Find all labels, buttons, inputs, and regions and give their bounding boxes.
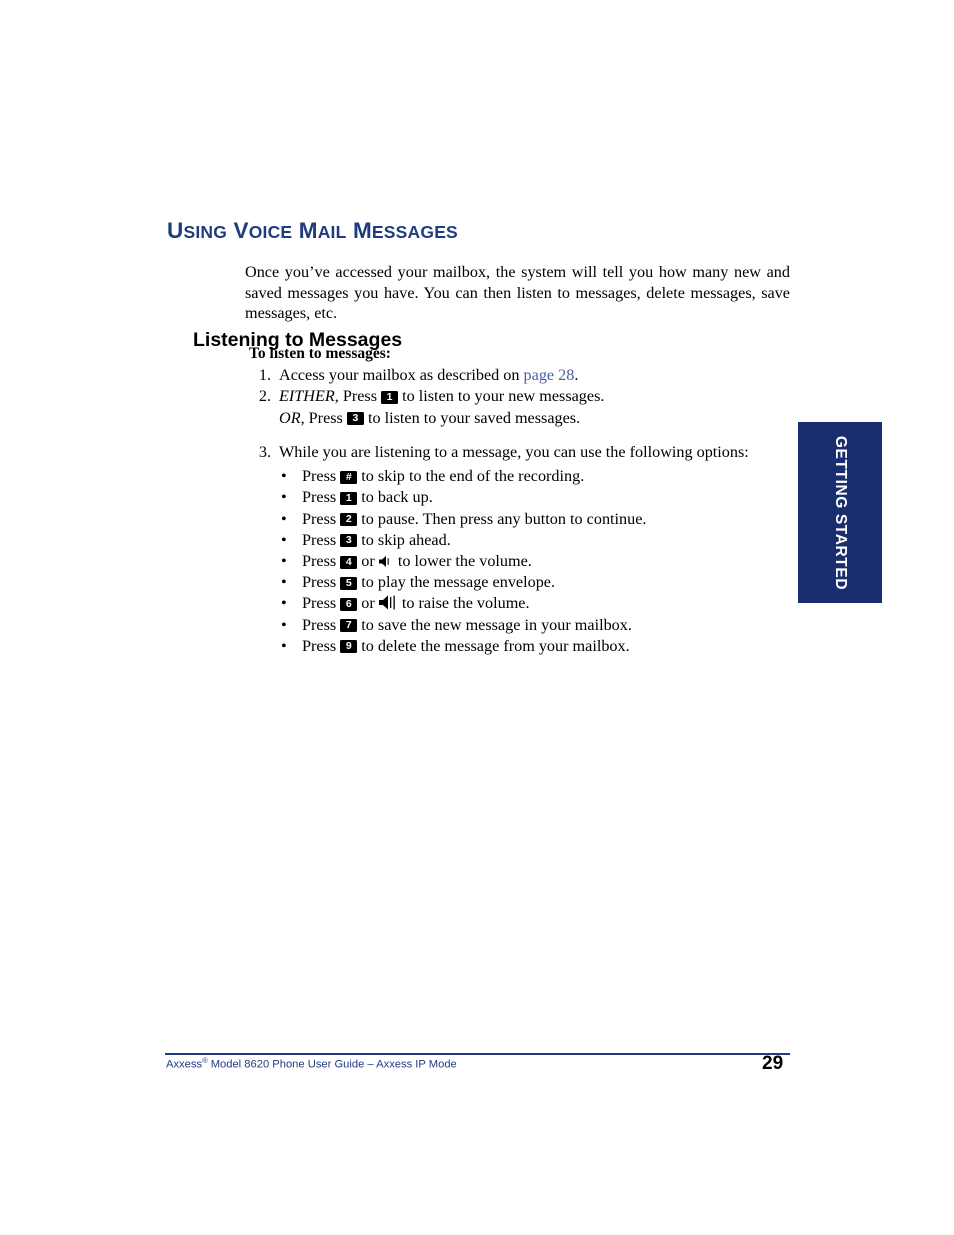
volume-down-icon [378,556,389,567]
numbered-step: 1. Access your mailbox as described on pa… [249,365,779,386]
step-alternate-text: OR, Press 3 to listen to your saved mess… [279,408,581,427]
option-text: Press 2 to pause. Then press any button … [302,509,647,528]
bullet-marker: • [281,573,287,592]
option-list-item: • Press 9 to delete the message from your… [281,636,779,657]
keypad-key-1: 1 [381,390,399,404]
heading-segment: U [167,218,184,244]
chapter-heading: USING VOICE MAIL MESSAGES [167,218,458,244]
numbered-step: 2. EITHER, Press 1 to listen to your new … [249,386,779,429]
keypad-key-6: 6 [340,597,358,611]
option-list-item: • Press 1 to back up. [281,487,779,508]
bullet-marker: • [281,552,287,570]
option-list-item: • Press 4 or to lower the volume. [281,551,779,572]
bullet-marker: • [281,530,287,549]
option-list-item: • Press 2 to pause. Then press any button… [281,509,779,530]
numbered-step: 3. While you are listening to a message, … [249,442,779,463]
bullet-marker: • [281,615,287,634]
step-text: Access your mailbox as described on page… [279,366,579,384]
bullet-marker: • [281,467,287,486]
heading-segment: AIL [317,222,347,243]
option-text: Press 3 to skip ahead. [302,530,451,549]
option-text: Press # to skip to the end of the record… [302,467,585,486]
heading-segment: M [292,218,318,244]
footer-divider [165,1053,790,1055]
procedure-title: To listen to messages: [249,345,391,362]
emphasis-text: OR [279,408,301,427]
bullet-marker: • [281,488,287,507]
option-list-item: • Press 7 to save the new message in your… [281,615,779,636]
numbered-steps-list: 1. Access your mailbox as described on pa… [249,365,779,657]
option-text: Press 5 to play the message envelope. [302,573,556,592]
option-text: Press 7 to save the new message in your … [302,615,632,634]
document-page: USING VOICE MAIL MESSAGES Once you’ve ac… [0,0,954,1235]
keypad-key-1: 1 [340,491,358,505]
keypad-key-3: 3 [346,412,364,426]
keypad-key-9: 9 [340,640,358,654]
step-text: While you are listening to a message, yo… [279,442,749,461]
heading-segment: M [346,218,372,244]
option-list-item: • Press 5 to play the message envelope. [281,572,779,593]
option-list-item: • Press 6 or to raise the volume. [281,593,779,614]
heading-segment: ESSAGES [371,222,458,243]
heading-segment: SING [183,222,228,243]
heading-segment: V [227,218,249,244]
footer-product-name: Axxess [166,1058,203,1071]
volume-up-icon [378,595,395,610]
bullet-marker: • [281,509,287,528]
emphasis-text: EITHER [279,387,335,406]
step-marker: 3. [258,442,271,461]
option-list-item: • Press 3 to skip ahead. [281,530,779,551]
keypad-key-3: 3 [340,534,358,548]
cross-reference-link[interactable]: page 28 [524,366,575,384]
keypad-key-5: 5 [340,576,358,590]
keypad-key-4: 4 [340,555,358,569]
chapter-side-tab: GETTING STARTED [798,422,882,603]
step-text: EITHER, Press 1 to listen to your new me… [279,387,605,406]
keypad-key-pound: # [340,470,358,484]
bullet-marker: • [281,594,287,613]
side-tab-label: GETTING STARTED [832,435,849,590]
keypad-key-7: 7 [340,619,358,633]
footer-text: Axxess® Model 8620 Phone User Guide – Ax… [166,1056,457,1071]
option-text: Press 9 to delete the message from your … [302,636,630,655]
heading-segment: OICE [248,222,293,243]
option-list-item: • Press # to skip to the end of the recor… [281,466,779,487]
options-bullet-list: • Press # to skip to the end of the recor… [249,466,779,657]
intro-paragraph: Once you’ve accessed your mailbox, the s… [245,263,790,323]
option-text: Press 4 or to lower the volume. [302,552,532,570]
option-text: Press 6 or to raise the volume. [302,594,530,613]
page-number: 29 [762,1053,784,1074]
step-marker: 2. [258,387,271,406]
step-marker: 1. [258,366,271,384]
option-text: Press 1 to back up. [302,488,433,507]
keypad-key-2: 2 [340,513,358,527]
bullet-marker: • [281,636,287,655]
footer-description: Model 8620 Phone User Guide – Axxess IP … [207,1058,457,1071]
